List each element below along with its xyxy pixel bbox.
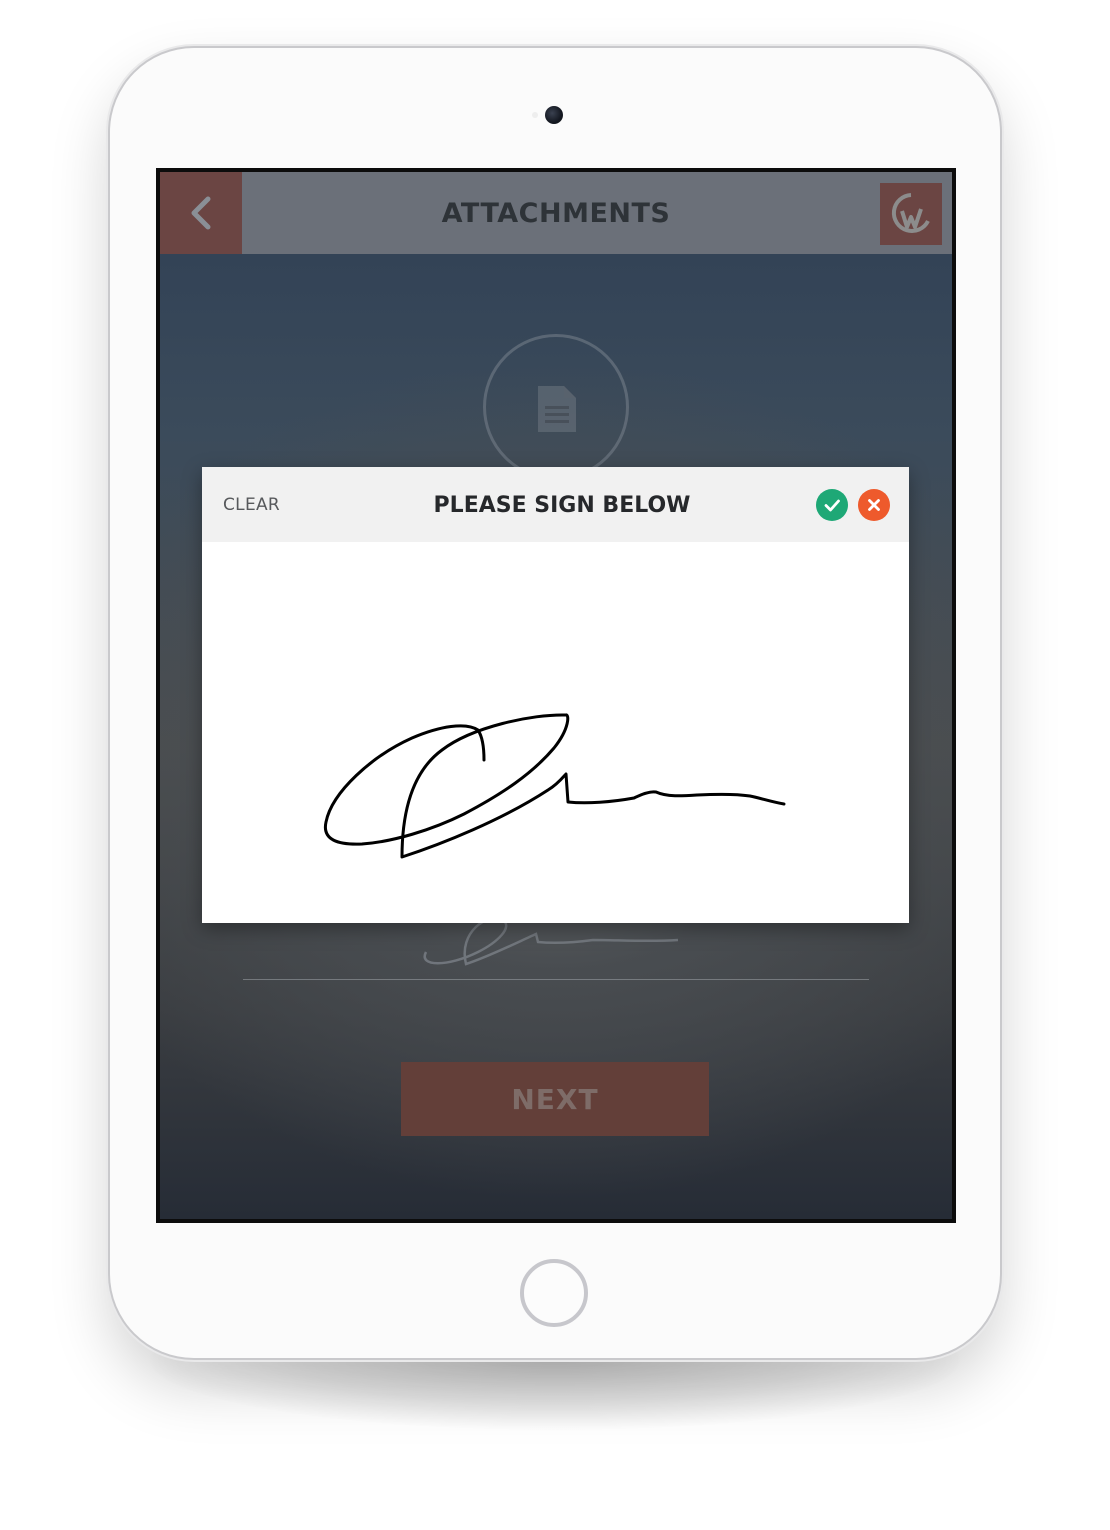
document-icon — [538, 386, 576, 432]
confirm-button[interactable] — [816, 489, 848, 521]
home-button[interactable] — [520, 1259, 588, 1327]
signature-pad[interactable] — [202, 542, 909, 923]
next-button[interactable]: NEXT — [401, 1062, 709, 1136]
signature-modal: CLEAR PLEASE SIGN BELOW — [202, 467, 909, 923]
clear-button[interactable]: CLEAR — [223, 467, 280, 542]
logo-button[interactable] — [880, 183, 942, 245]
cancel-button[interactable] — [858, 489, 890, 521]
signature-stroke — [323, 713, 786, 859]
modal-header: CLEAR PLEASE SIGN BELOW — [202, 467, 909, 542]
page-title: ATTACHMENTS — [441, 198, 671, 229]
close-icon — [868, 499, 880, 511]
back-button[interactable] — [160, 172, 242, 254]
modal-title: PLEASE SIGN BELOW — [433, 493, 691, 518]
app-logo-icon — [891, 193, 930, 233]
front-sensor — [532, 112, 538, 118]
top-bar: ATTACHMENTS — [160, 172, 952, 254]
signature-line — [243, 979, 869, 980]
check-icon — [824, 499, 840, 512]
front-camera — [545, 106, 563, 124]
chevron-left-icon — [191, 196, 211, 230]
